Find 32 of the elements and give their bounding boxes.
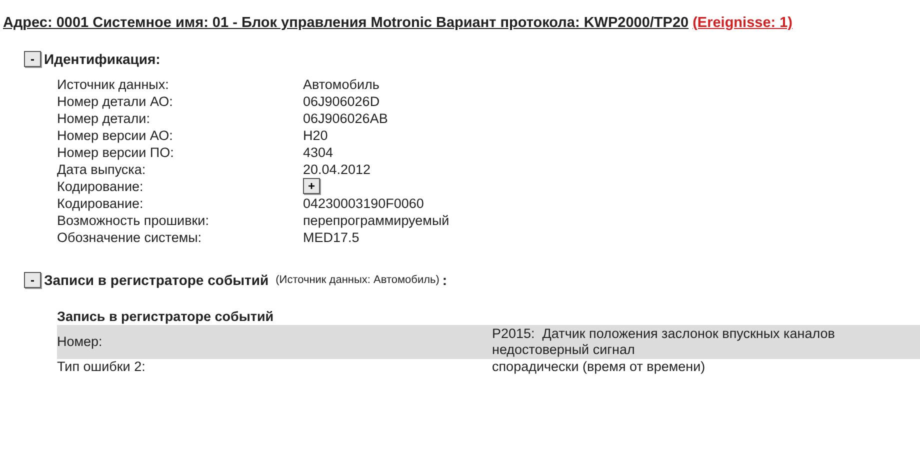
field-value: перепрограммируемый	[303, 212, 450, 229]
header-title: Адрес: 0001 Системное имя: 01 - Блок управления Motronic Вариант протокола: KWP2000/TP20	[3, 14, 689, 33]
section-colon: :	[442, 270, 448, 290]
field-label: Номер детали:	[57, 110, 151, 127]
table-cell-text: Тип ошибки 2:	[57, 358, 146, 375]
field-label: Дата выпуска:	[57, 160, 147, 178]
toggle-button[interactable]: -	[24, 51, 41, 68]
field-value: MED17.5	[303, 228, 360, 246]
field-label: Номер версии АО:	[57, 126, 174, 144]
field-label: Кодирование:	[57, 194, 144, 212]
field-label: Номер версии ПО:	[57, 144, 175, 161]
section-title: Записи в регистраторе событий	[44, 270, 269, 290]
field-value: 06J906026D	[303, 92, 380, 110]
field-label: Обозначение системы:	[57, 228, 203, 246]
field-value: 20.04.2012	[303, 160, 371, 178]
field-label: Источник данных:	[57, 76, 170, 93]
section-title: Идентификация:	[44, 50, 160, 69]
field-label: Кодирование:	[57, 178, 144, 195]
field-value: Автомобиль	[303, 76, 380, 93]
field-label: Номер детали АО:	[57, 92, 174, 110]
field-label: Возможность прошивки:	[57, 212, 210, 229]
table-cell-text: спорадически (время от времени)	[492, 358, 706, 375]
section-note: (Источник данных: Автомобиль)	[276, 273, 440, 288]
field-value: 04230003190F0060	[303, 194, 424, 212]
field-value: H20	[303, 126, 328, 144]
field-value: 06J906026AB	[303, 110, 388, 127]
toggle-button[interactable]: +	[303, 178, 320, 194]
field-value: 4304	[303, 144, 334, 161]
events-link[interactable]: (Ereignisse: 1)	[692, 13, 793, 35]
table-cell-text: Номер:	[57, 334, 104, 350]
table-title: Запись в регистраторе событий	[57, 308, 274, 325]
toggle-button[interactable]: -	[24, 272, 41, 288]
